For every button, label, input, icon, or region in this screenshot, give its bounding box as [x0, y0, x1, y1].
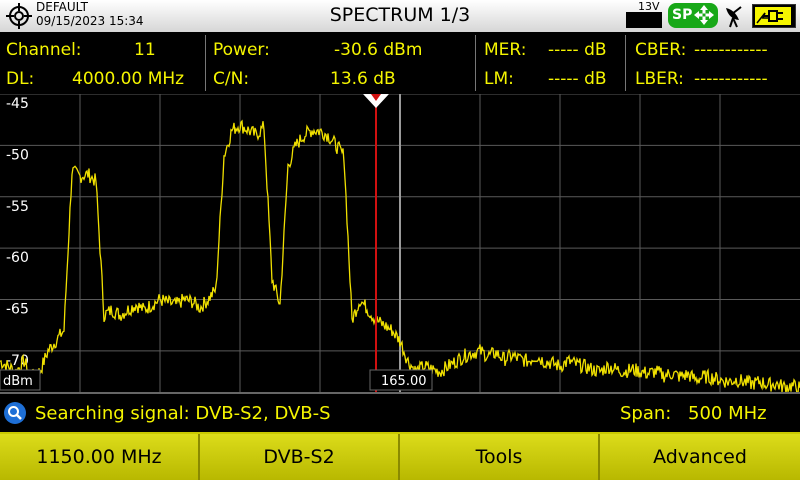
header-bar: DEFAULT 09/15/2023 15:34 SPECTRUM 1/3 13… [0, 0, 800, 32]
lnb-voltage: 13V [638, 0, 660, 13]
lm-value: ----- dB [548, 69, 607, 89]
span-label: Span: [620, 403, 672, 424]
advanced-softkey[interactable]: Advanced [600, 434, 800, 480]
y-tick-label: -60 [6, 250, 29, 266]
cn-value: 13.6 dB [330, 69, 396, 89]
channel-value: 11 [134, 40, 156, 60]
y-tick-label: -65 [6, 302, 29, 318]
y-tick-label: -55 [6, 199, 29, 215]
cber-label: CBER: [635, 40, 687, 60]
standard-softkey[interactable]: DVB-S2 [200, 434, 400, 480]
dl-label: DL: [6, 69, 35, 89]
marker-readout: 165.00 [381, 374, 427, 389]
power-value: -30.6 dBm [334, 40, 423, 60]
cber-value: ------------ [694, 40, 768, 60]
mer-label: MER: [484, 40, 527, 60]
measurement-panel: Channel: 11 DL: 4000.00 MHz Power: -30.6… [0, 32, 800, 94]
power-plug-icon [752, 4, 796, 28]
y-unit-label: dBm [3, 374, 33, 389]
sp-label: SP [672, 7, 693, 23]
status-bar: Searching signal: DVB-S2, DVB-S Span: 50… [0, 392, 800, 434]
y-tick-label: -45 [6, 96, 29, 112]
cn-label: C/N: [213, 69, 250, 89]
lm-label: LM: [484, 69, 514, 89]
frequency-softkey[interactable]: 1150.00 MHz [0, 434, 200, 480]
search-icon [4, 402, 26, 424]
satellite-dish-icon [726, 6, 742, 28]
divider [625, 35, 626, 91]
channel-label: Channel: [6, 40, 82, 60]
lber-label: LBER: [635, 69, 684, 89]
softkey-bar: 1150.00 MHz DVB-S2 Tools Advanced [0, 432, 800, 480]
lber-value: ------------ [694, 69, 768, 89]
sp-badge[interactable]: SP [668, 3, 718, 28]
tools-softkey[interactable]: Tools [400, 434, 600, 480]
divider [475, 35, 476, 91]
search-status-text: Searching signal: DVB-S2, DVB-S [35, 403, 331, 424]
spectrum-chart[interactable]: -45-50-55-60-65-70 dBm 165.00 [0, 94, 800, 392]
power-label: Power: [213, 40, 270, 60]
divider [205, 35, 206, 91]
y-tick-label: -50 [6, 147, 29, 163]
mer-value: ----- dB [548, 40, 607, 60]
span-value: 500 MHz [688, 403, 767, 424]
lnb-voltage-indicator [626, 12, 662, 28]
move-arrows-icon [694, 5, 714, 25]
dl-value: 4000.00 MHz [72, 69, 185, 89]
